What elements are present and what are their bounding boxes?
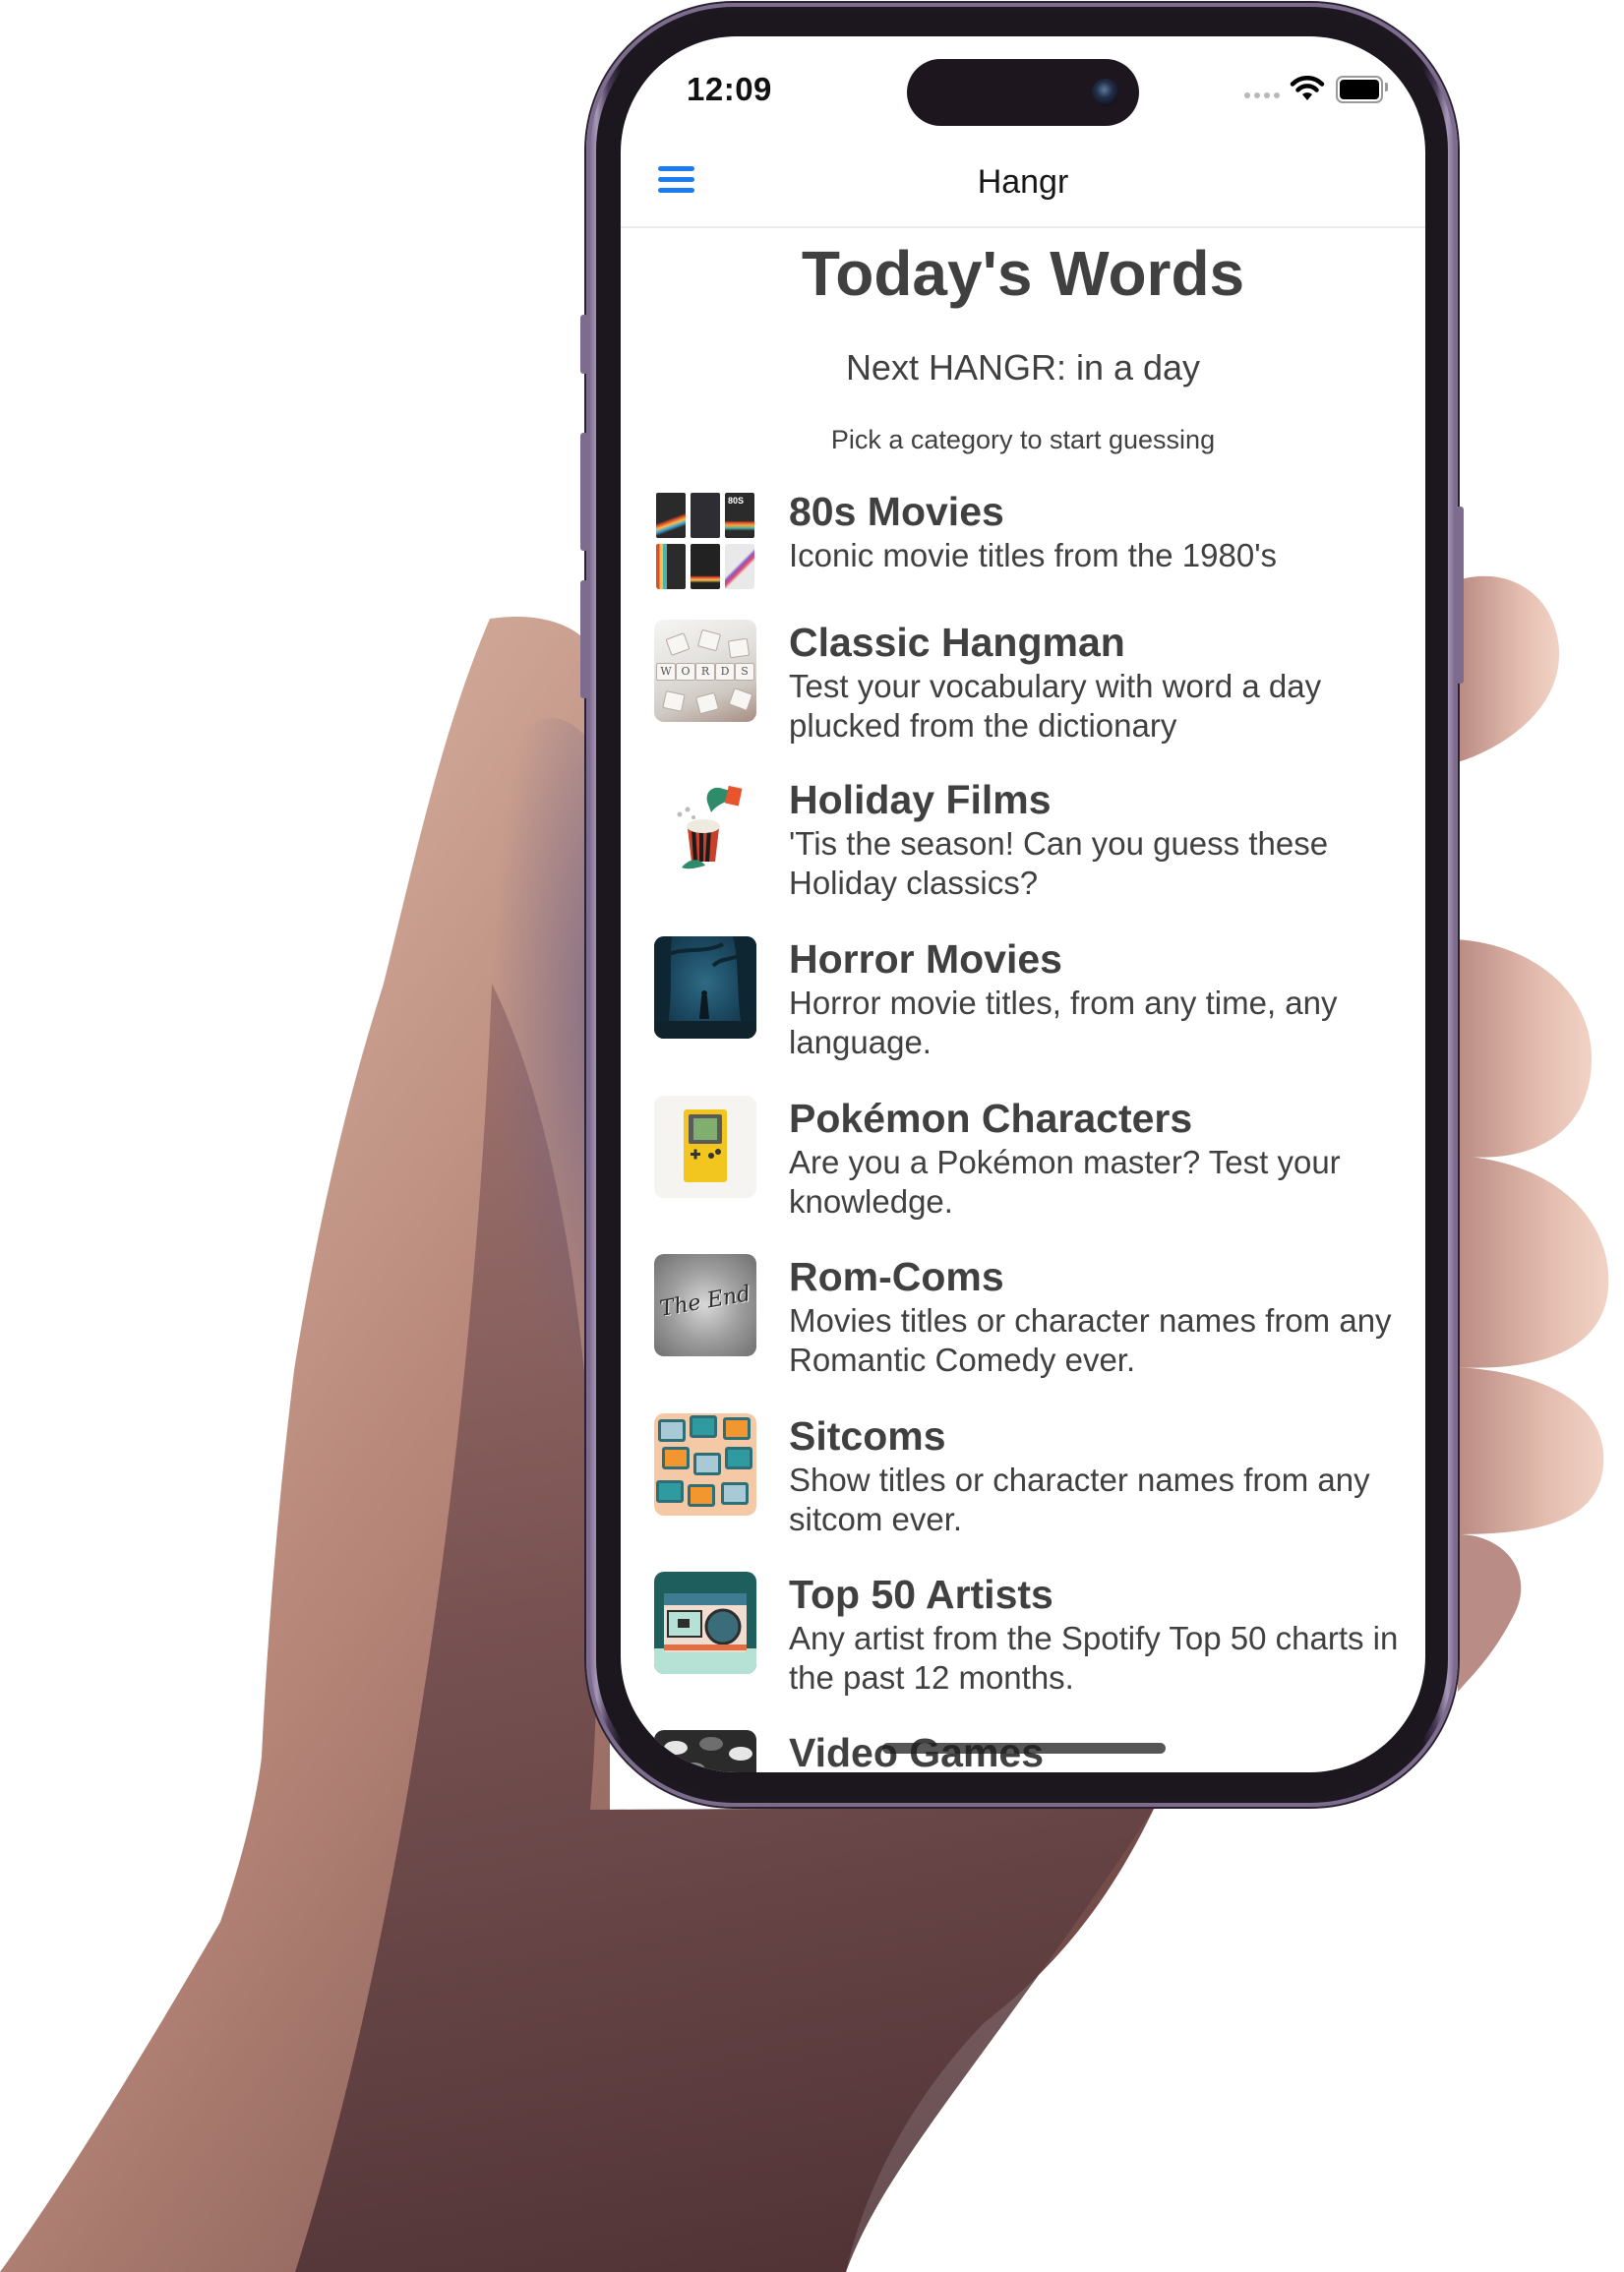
action-button	[580, 315, 588, 374]
gameboy-icon	[684, 1109, 727, 1182]
game-controllers-thumbnail	[654, 1730, 756, 1772]
finger-shape	[1456, 1367, 1604, 1534]
popcorn-icon	[677, 785, 743, 869]
category-title: Sitcoms	[789, 1413, 946, 1459]
category-item-80s-movies[interactable]: 80S 80s Movies Iconic movie titles from …	[654, 489, 1402, 627]
home-indicator[interactable]	[882, 1743, 1166, 1754]
category-title: Holiday Films	[789, 777, 1052, 822]
the-end-thumbnail: The End	[654, 1254, 756, 1356]
power-button	[1456, 507, 1464, 684]
category-description: Horror movie titles, from any time, any …	[789, 985, 1338, 1060]
forest-silhouette-icon	[654, 936, 756, 1039]
category-item-pokemon-characters[interactable]: Pokémon Characters Are you a Pokémon mas…	[654, 1096, 1402, 1233]
finger-shape	[1458, 575, 1560, 762]
category-item-top-50-artists[interactable]: Top 50 Artists Any artist from the Spoti…	[654, 1572, 1402, 1709]
tile-letter: W	[656, 663, 676, 681]
category-title: Classic Hangman	[789, 620, 1125, 665]
vhs-tapes-thumbnail: 80S	[654, 489, 756, 591]
category-description: Movies titles or character names from an…	[789, 1302, 1392, 1378]
phone-screen: 12:09 Hangr Today's Words Next HANGR: in…	[621, 36, 1425, 1772]
category-item-classic-hangman[interactable]: W O R D S Classic Hangman Test your voca…	[654, 620, 1402, 757]
category-title: Top 50 Artists	[789, 1572, 1053, 1617]
category-title: Rom-Coms	[789, 1254, 1004, 1299]
dark-forest-thumbnail	[654, 936, 756, 1039]
category-list: 80S 80s Movies Iconic movie titles from …	[621, 36, 1425, 1772]
category-description: Test your vocabulary with word a day plu…	[789, 668, 1322, 744]
volume-down-button	[580, 580, 588, 698]
tile-letter: R	[695, 663, 715, 681]
category-title: Pokémon Characters	[789, 1096, 1193, 1141]
category-description: Show titles or character names from any …	[789, 1462, 1370, 1537]
volume-up-button	[580, 433, 588, 551]
category-description: Iconic movie titles from the 1980's	[789, 537, 1278, 573]
category-item-rom-coms[interactable]: The End Rom-Coms Movies titles or charac…	[654, 1254, 1402, 1392]
category-description: 'Tis the season! Can you guess these Hol…	[789, 825, 1329, 901]
category-description: Any artist from the Spotify Top 50 chart…	[789, 1620, 1399, 1696]
retro-tvs-thumbnail	[654, 1413, 756, 1516]
category-item-holiday-films[interactable]: Holiday Films 'Tis the season! Can you g…	[654, 777, 1402, 915]
tile-letter: S	[735, 663, 754, 681]
the-end-script: The End	[657, 1282, 753, 1322]
category-item-sitcoms[interactable]: Sitcoms Show titles or character names f…	[654, 1413, 1402, 1551]
finger-shape	[1456, 939, 1593, 1158]
category-item-horror-movies[interactable]: Horror Movies Horror movie titles, from …	[654, 936, 1402, 1074]
tile-letter: D	[715, 663, 735, 681]
popcorn-grinch-thumbnail	[654, 777, 756, 879]
vhs-80s-label: 80S	[728, 496, 745, 506]
boombox-thumbnail	[654, 1572, 756, 1674]
letter-tiles-thumbnail: W O R D S	[654, 620, 756, 722]
gameboy-thumbnail	[654, 1096, 756, 1198]
category-description: Are you a Pokémon master? Test your know…	[789, 1144, 1341, 1220]
category-title: Horror Movies	[789, 936, 1062, 982]
category-title: 80s Movies	[789, 489, 1004, 534]
boombox-icon	[654, 1593, 756, 1674]
game-controller-icon	[664, 1737, 752, 1772]
tile-letter: O	[676, 663, 695, 681]
finger-shape	[1456, 1156, 1609, 1368]
